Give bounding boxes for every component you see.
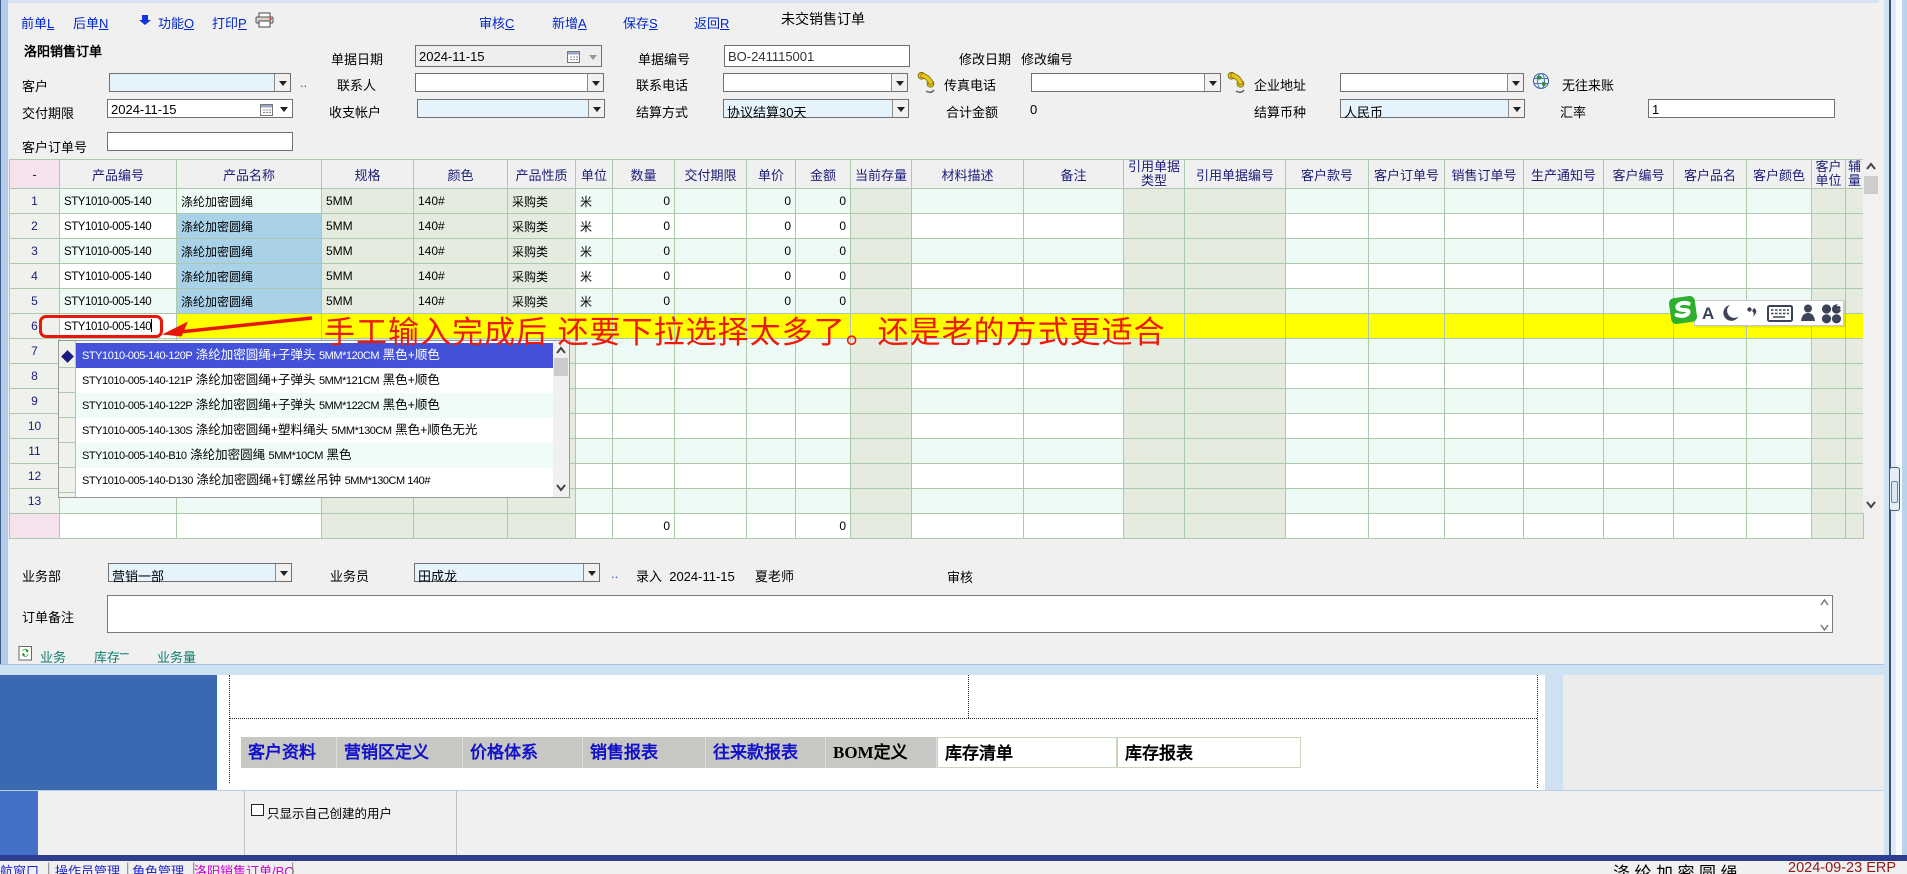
svg-text:A: A: [1702, 304, 1714, 323]
